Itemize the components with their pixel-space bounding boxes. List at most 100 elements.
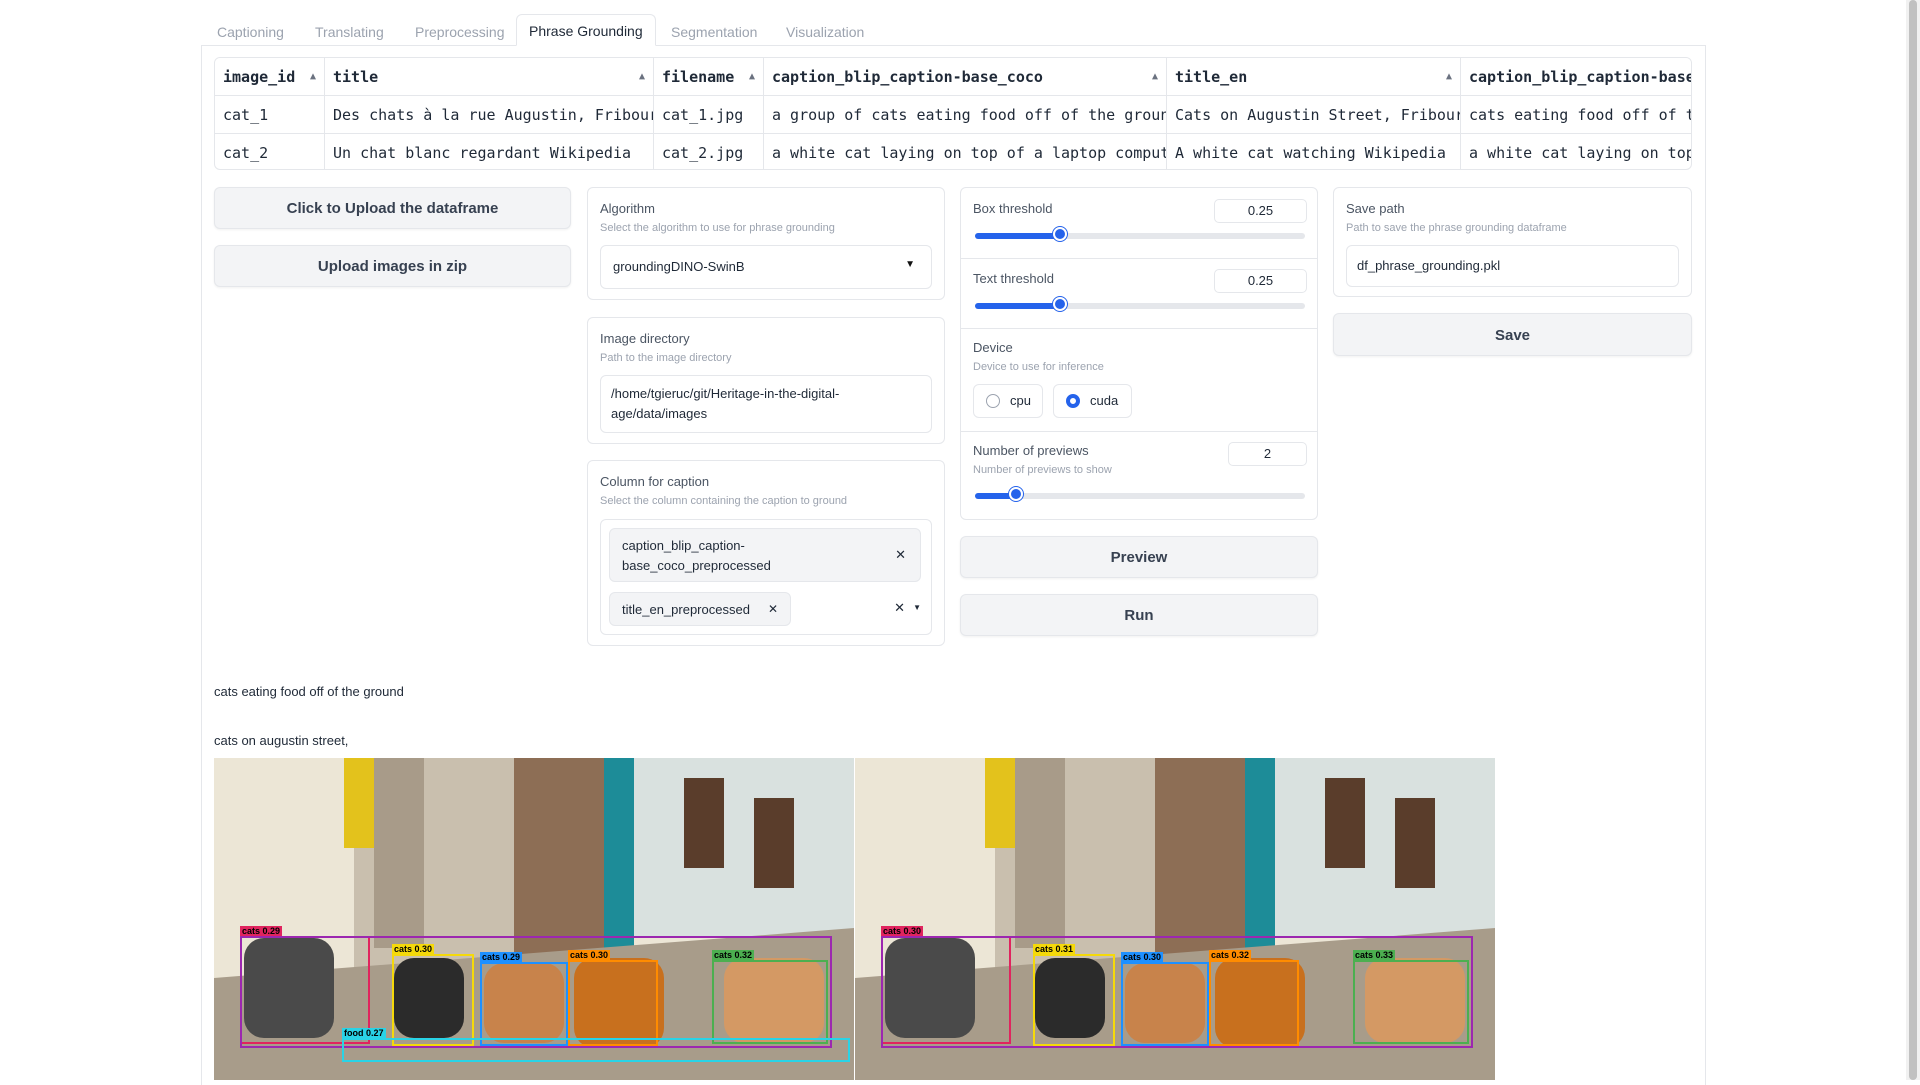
box-threshold-slider[interactable]: [975, 227, 1305, 241]
detection-box: [342, 1038, 850, 1062]
caption-column-multiselect[interactable]: caption_blip_caption- base_coco_preproce…: [600, 519, 932, 635]
algorithm-panel: Algorithm Select the algorithm to use fo…: [587, 187, 945, 300]
sort-icon[interactable]: ▲: [310, 58, 316, 95]
previews-slider[interactable]: [975, 487, 1305, 501]
sort-icon[interactable]: ▲: [1152, 58, 1158, 95]
column-header-title-en[interactable]: title_en ▲: [1167, 58, 1461, 96]
upload-images-zip-button[interactable]: Upload images in zip: [214, 245, 571, 287]
image-directory-value-line1: /home/tgieruc/git/Heritage-in-the-digita…: [611, 386, 840, 401]
detection-label: cats 0.32: [712, 950, 755, 961]
preview-image-1: cats 0.29 cats 0.30 cats 0.29 cats 0.30 …: [214, 758, 854, 1080]
detection-label: cats 0.29: [480, 952, 523, 963]
text-threshold-slider[interactable]: [975, 297, 1305, 311]
chevron-down-icon[interactable]: ▼: [913, 603, 921, 612]
table-cell[interactable]: a group of cats eating food off of the g…: [764, 96, 1167, 134]
table-cell[interactable]: a white cat laying on top of a laptop co…: [764, 134, 1167, 169]
previews-info: Number of previews to show: [973, 464, 1112, 476]
divider: [961, 431, 1317, 432]
algorithm-dropdown[interactable]: groundingDINO-SwinB ▼: [600, 245, 932, 289]
tab-phrase-grounding[interactable]: Phrase Grounding: [516, 14, 656, 46]
text-threshold-number-input[interactable]: 0.25: [1214, 269, 1307, 293]
detection-label: cats 0.31: [1033, 944, 1076, 955]
detection-box: [1033, 954, 1115, 1046]
radio-option-label: cuda: [1090, 393, 1119, 408]
slider-fill: [975, 303, 1061, 309]
sort-icon[interactable]: ▲: [1446, 58, 1452, 95]
tab-preprocessing[interactable]: Preprocessing: [403, 18, 517, 46]
sort-icon[interactable]: ▲: [639, 58, 645, 95]
table-cell[interactable]: Un chat blanc regardant Wikipedia: [325, 134, 654, 169]
table-cell[interactable]: Des chats à la rue Augustin, Fribourg: [325, 96, 654, 134]
selected-chip: caption_blip_caption- base_coco_preproce…: [609, 528, 921, 582]
tab-translating[interactable]: Translating: [303, 18, 396, 46]
image-directory-panel: Image directory Path to the image direct…: [587, 317, 945, 444]
text-threshold-label: Text threshold: [973, 271, 1054, 286]
table-cell[interactable]: cat_2.jpg: [654, 134, 764, 169]
tab-segmentation[interactable]: Segmentation: [659, 18, 769, 46]
slider-fill: [975, 233, 1061, 239]
column-header-filename[interactable]: filename ▲: [654, 58, 764, 96]
grounded-caption-text: cats eating food off of the ground: [214, 684, 404, 699]
radio-button-icon: [986, 394, 1000, 408]
slider-thumb[interactable]: [1009, 487, 1023, 501]
slider-thumb[interactable]: [1053, 227, 1067, 241]
selected-chip: title_en_preprocessed ✕: [609, 592, 791, 626]
tab-captioning[interactable]: Captioning: [205, 18, 296, 46]
detection-label: cats 0.32: [1209, 950, 1252, 961]
chip-label: title_en_preprocessed: [622, 602, 750, 617]
detection-box: [392, 954, 474, 1046]
column-header-label: filename: [662, 68, 735, 86]
previews-number-input[interactable]: 2: [1228, 442, 1307, 466]
table-cell[interactable]: A white cat watching Wikipedia: [1167, 134, 1461, 169]
slider-thumb[interactable]: [1053, 297, 1067, 311]
dataframe-table: image_id ▲ title ▲ filename ▲ caption_bl…: [214, 57, 1692, 170]
save-button[interactable]: Save: [1333, 313, 1692, 356]
upload-dataframe-button[interactable]: Click to Upload the dataframe: [214, 187, 571, 229]
column-header-caption-blip[interactable]: caption_blip_caption-base_coco ▲: [764, 58, 1167, 96]
page-scrollbar[interactable]: [1906, 0, 1920, 1080]
save-path-label: Save path: [1346, 201, 1405, 216]
detection-box: [1121, 962, 1209, 1046]
column-header-caption-blip-2[interactable]: caption_blip_caption-base_c: [1461, 58, 1692, 96]
clear-all-icon[interactable]: ✕: [894, 600, 905, 616]
tab-visualization[interactable]: Visualization: [774, 18, 876, 46]
caption-column-label: Column for caption: [600, 474, 710, 489]
detection-label: food 0.27: [342, 1028, 386, 1039]
detection-label: cats 0.33: [1353, 950, 1396, 961]
chip-label-line1: caption_blip_caption-: [622, 538, 745, 553]
save-path-input[interactable]: df_phrase_grounding.pkl: [1346, 245, 1679, 287]
table-cell[interactable]: cat_1.jpg: [654, 96, 764, 134]
table-cell[interactable]: cat_2: [215, 134, 325, 169]
algorithm-value: groundingDINO-SwinB: [613, 259, 745, 274]
radio-option-label: cpu: [1010, 393, 1031, 408]
column-header-title[interactable]: title ▲: [325, 58, 654, 96]
scrollbar-thumb[interactable]: [1909, 0, 1917, 1080]
image-directory-input[interactable]: /home/tgieruc/git/Heritage-in-the-digita…: [600, 375, 932, 433]
detection-box: [712, 960, 828, 1044]
radio-button-icon: [1066, 394, 1080, 408]
image-directory-info: Path to the image directory: [600, 352, 732, 364]
column-header-label: title_en: [1175, 68, 1248, 86]
column-header-image-id[interactable]: image_id ▲: [215, 58, 325, 96]
algorithm-label: Algorithm: [600, 201, 655, 216]
table-cell[interactable]: cats eating food off of the: [1461, 96, 1691, 134]
image-directory-label: Image directory: [600, 331, 690, 346]
table-cell[interactable]: a white cat laying on top c: [1461, 134, 1691, 169]
save-path-info: Path to save the phrase grounding datafr…: [1346, 222, 1567, 234]
table-cell[interactable]: cat_1: [215, 96, 325, 134]
preview-button[interactable]: Preview: [960, 536, 1318, 578]
box-threshold-number-input[interactable]: 0.25: [1214, 199, 1307, 223]
column-header-label: caption_blip_caption-base_c: [1469, 68, 1692, 86]
sort-icon[interactable]: ▲: [749, 58, 755, 95]
divider: [961, 258, 1317, 259]
run-button[interactable]: Run: [960, 594, 1318, 636]
divider: [961, 328, 1317, 329]
table-cell[interactable]: Cats on Augustin Street, Fribourg: [1167, 96, 1461, 134]
device-info: Device to use for inference: [973, 361, 1104, 373]
device-option-cpu[interactable]: cpu: [973, 384, 1043, 418]
column-header-label: image_id: [223, 68, 296, 86]
device-option-cuda[interactable]: cuda: [1053, 384, 1132, 418]
remove-chip-icon[interactable]: ✕: [768, 602, 778, 616]
remove-chip-icon[interactable]: ✕: [895, 547, 906, 563]
detection-box: [1209, 960, 1299, 1046]
